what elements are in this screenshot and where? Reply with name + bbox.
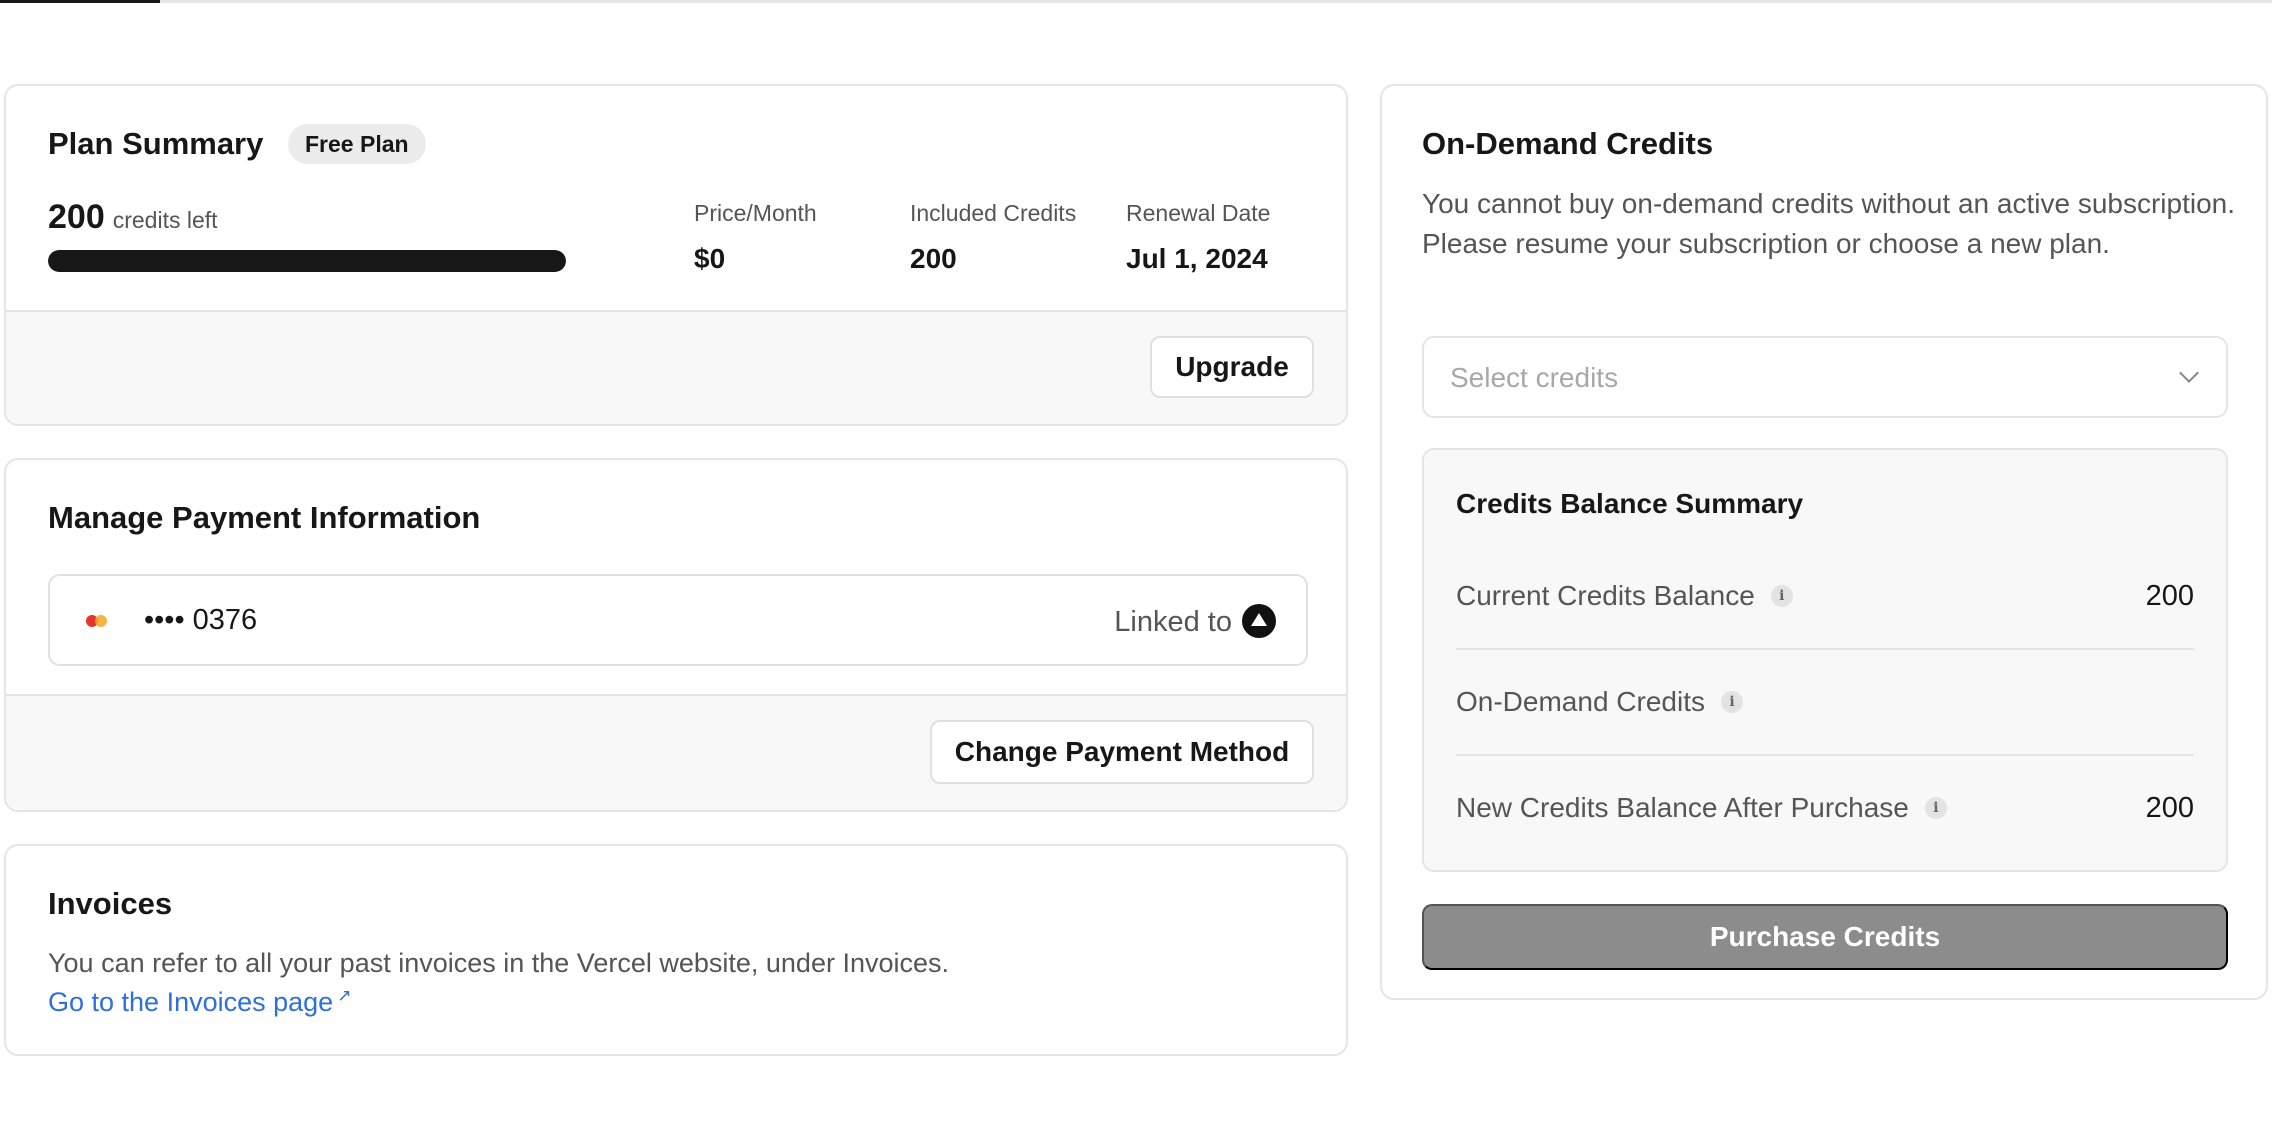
summary-title: Credits Balance Summary [1456, 488, 1804, 519]
summary-row-new-balance: New Credits Balance After Purchase i 200 [1456, 756, 2194, 862]
info-icon[interactable]: i [1720, 691, 1743, 713]
info-icon[interactable]: i [1924, 797, 1947, 819]
select-credits-dropdown[interactable]: Select credits [1422, 336, 2228, 418]
tab-underline [0, 0, 2272, 3]
stat-label: Included Credits [910, 200, 1077, 226]
payment-info-card: Manage Payment Information •••• 0376 Lin… [4, 458, 1348, 812]
chevron-down-icon [2179, 363, 2199, 383]
on-demand-title: On-Demand Credits [1422, 126, 1714, 161]
change-payment-method-button[interactable]: Change Payment Method [930, 720, 1314, 784]
card-number: •••• 0376 [144, 604, 258, 636]
invoices-description: You can refer to all your past invoices … [48, 948, 950, 978]
plan-summary-card: Plan Summary Free Plan 200 credits left … [4, 84, 1348, 426]
on-demand-credits-card: On-Demand Credits You cannot buy on-dema… [1380, 84, 2268, 1000]
invoices-link-label: Go to the Invoices page [48, 987, 334, 1017]
row-value: 200 [2145, 580, 2194, 612]
summary-row-on-demand: On-Demand Credits i [1456, 650, 2194, 756]
upgrade-button[interactable]: Upgrade [1150, 336, 1314, 398]
row-label: On-Demand Credits [1456, 686, 1705, 717]
credits-left-label: credits left [112, 207, 218, 233]
row-label: New Credits Balance After Purchase [1456, 792, 1909, 823]
plan-summary-footer: Upgrade [6, 310, 1346, 424]
row-label: Current Credits Balance [1456, 580, 1755, 611]
stat-renewal-date: Renewal Date Jul 1, 2024 [1126, 200, 1270, 275]
payment-info-title: Manage Payment Information [48, 500, 481, 535]
mastercard-icon [86, 614, 110, 628]
select-credits-placeholder: Select credits [1450, 362, 1619, 393]
info-icon[interactable]: i [1770, 585, 1793, 607]
stat-label: Renewal Date [1126, 200, 1271, 226]
credits-balance-summary: Credits Balance Summary Current Credits … [1422, 448, 2228, 872]
stat-value: $0 [694, 243, 726, 274]
invoices-page-link[interactable]: Go to the Invoices page ↗ [48, 986, 351, 1018]
plan-badge: Free Plan [288, 124, 426, 164]
credits-left-value: 200 [48, 198, 105, 236]
stat-included-credits: Included Credits 200 [910, 200, 1076, 275]
purchase-credits-button[interactable]: Purchase Credits [1422, 904, 2228, 970]
credits-left: 200 credits left [48, 198, 218, 237]
stat-label: Price/Month [694, 200, 817, 226]
invoices-card: Invoices You can refer to all your past … [4, 844, 1348, 1056]
credits-progress-fill [48, 250, 566, 272]
linked-to-label: Linked to [1114, 606, 1232, 638]
active-tab-indicator [0, 0, 160, 3]
vercel-logo-icon [1242, 604, 1276, 638]
row-value: 200 [2145, 792, 2194, 824]
credits-progress-bar [48, 250, 566, 272]
payment-method-row[interactable]: •••• 0376 Linked to [48, 574, 1308, 666]
on-demand-description: You cannot buy on-demand credits without… [1422, 188, 2236, 259]
stat-price-month: Price/Month $0 [694, 200, 817, 275]
invoices-title: Invoices [48, 886, 173, 921]
summary-row-current-balance: Current Credits Balance i 200 [1456, 544, 2194, 650]
payment-info-footer: Change Payment Method [6, 694, 1346, 810]
stat-value: 200 [910, 243, 957, 274]
stat-value: Jul 1, 2024 [1126, 243, 1268, 274]
external-link-icon: ↗ [337, 986, 352, 1005]
plan-summary-title: Plan Summary [48, 126, 264, 161]
